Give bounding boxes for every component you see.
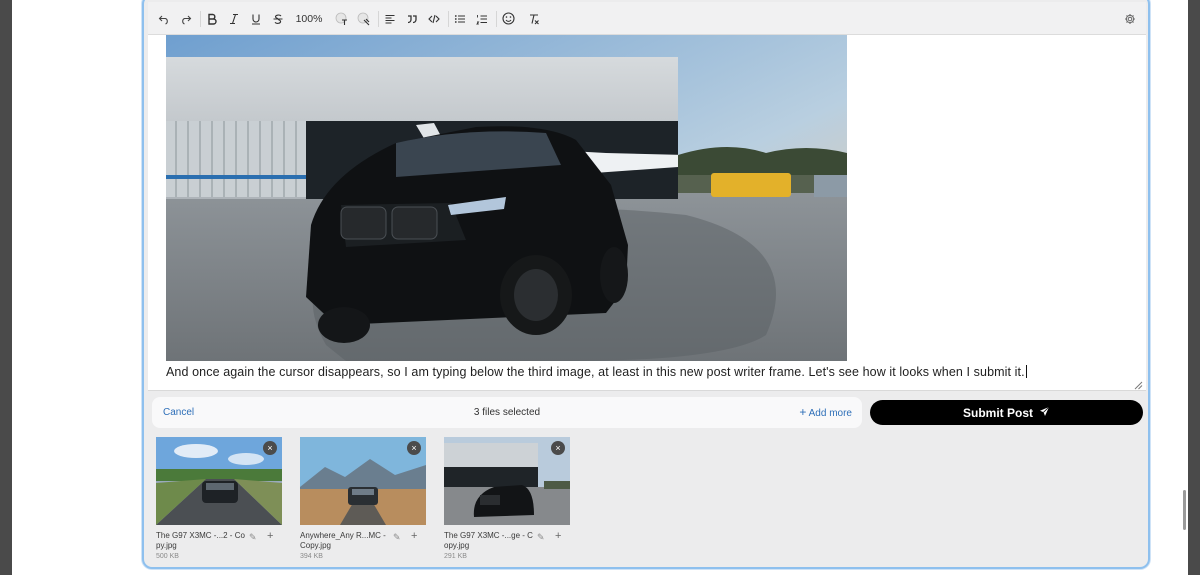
submit-post-button[interactable]: Submit Post	[870, 400, 1143, 425]
file-size: 394 KB	[300, 553, 323, 560]
bold-icon[interactable]	[202, 2, 222, 35]
attached-file-card: × Anywhere_Any R...MC - Copy.jpg 394 KB …	[300, 437, 426, 560]
clear-formatting-icon[interactable]	[524, 2, 544, 35]
remove-file-button[interactable]: ×	[551, 441, 565, 455]
file-size: 500 KB	[156, 553, 179, 560]
send-icon	[1039, 406, 1050, 420]
redo-icon[interactable]	[176, 2, 196, 35]
page-scroll-area[interactable]	[1148, 0, 1188, 575]
toolbar-divider	[448, 11, 449, 27]
add-more-button[interactable]: + Add more	[799, 397, 852, 428]
post-writer-frame: 100% And once again the cursor disappear…	[142, 0, 1150, 569]
attached-file-card: × The G97 X3MC -...ge - Copy.jpg 291 KB …	[444, 437, 570, 560]
editor-body-text[interactable]: And once again the cursor disappears, so…	[166, 365, 1027, 379]
add-icon[interactable]: +	[411, 530, 421, 542]
remove-file-button[interactable]: ×	[407, 441, 421, 455]
file-thumbnail[interactable]: ×	[444, 437, 570, 525]
file-thumbnail[interactable]: ×	[300, 437, 426, 525]
submit-post-label: Submit Post	[962, 405, 1033, 420]
numbered-list-icon[interactable]	[472, 2, 492, 35]
bullet-list-icon[interactable]	[450, 2, 470, 35]
cancel-button[interactable]: Cancel	[163, 397, 194, 428]
files-selected-count: 3 files selected	[473, 407, 541, 418]
strikethrough-icon[interactable]	[268, 2, 288, 35]
edit-pencil-icon[interactable]: ✎	[393, 532, 403, 542]
italic-icon[interactable]	[224, 2, 244, 35]
post-editor[interactable]: And once again the cursor disappears, so…	[148, 35, 1146, 391]
inserted-image-car-hangar[interactable]	[166, 35, 847, 361]
plus-icon: +	[799, 405, 807, 419]
align-left-icon[interactable]	[380, 2, 400, 35]
text-cursor	[1025, 365, 1027, 378]
add-icon[interactable]: +	[555, 530, 565, 542]
right-page-gutter	[1188, 0, 1200, 575]
remove-file-button[interactable]: ×	[263, 441, 277, 455]
settings-gear-icon[interactable]	[1120, 2, 1140, 35]
code-icon[interactable]	[424, 2, 444, 35]
resize-grip-icon[interactable]	[1133, 377, 1143, 390]
emoji-icon[interactable]	[498, 2, 518, 35]
editor-toolbar: 100%	[148, 2, 1146, 35]
attached-file-card: × The G97 X3MC -...2 - Copy.jpg 500 KB ✎…	[156, 437, 282, 560]
edit-pencil-icon[interactable]: ✎	[249, 532, 259, 542]
add-more-label: Add more	[808, 408, 852, 419]
toolbar-divider	[378, 11, 379, 27]
toolbar-divider	[200, 11, 201, 27]
file-name: Anywhere_Any R...MC - Copy.jpg	[300, 531, 386, 550]
toolbar-divider	[496, 11, 497, 27]
add-icon[interactable]: +	[267, 530, 277, 542]
left-page-gutter	[0, 0, 12, 575]
highlight-color-icon[interactable]	[354, 2, 374, 35]
underline-icon[interactable]	[246, 2, 266, 35]
edit-pencil-icon[interactable]: ✎	[537, 532, 547, 542]
editor-text-content: And once again the cursor disappears, so…	[166, 365, 1025, 379]
zoom-level[interactable]: 100%	[294, 2, 324, 35]
undo-icon[interactable]	[154, 2, 174, 35]
file-size: 291 KB	[444, 553, 467, 560]
file-name: The G97 X3MC -...ge - Copy.jpg	[444, 531, 533, 550]
quote-icon[interactable]	[402, 2, 422, 35]
attached-files-bar: 3 files selected Cancel + Add more	[152, 397, 862, 428]
text-color-icon[interactable]	[332, 2, 352, 35]
file-thumbnail[interactable]: ×	[156, 437, 282, 525]
page-scrollbar-thumb[interactable]	[1183, 490, 1186, 530]
file-name: The G97 X3MC -...2 - Copy.jpg	[156, 531, 245, 550]
